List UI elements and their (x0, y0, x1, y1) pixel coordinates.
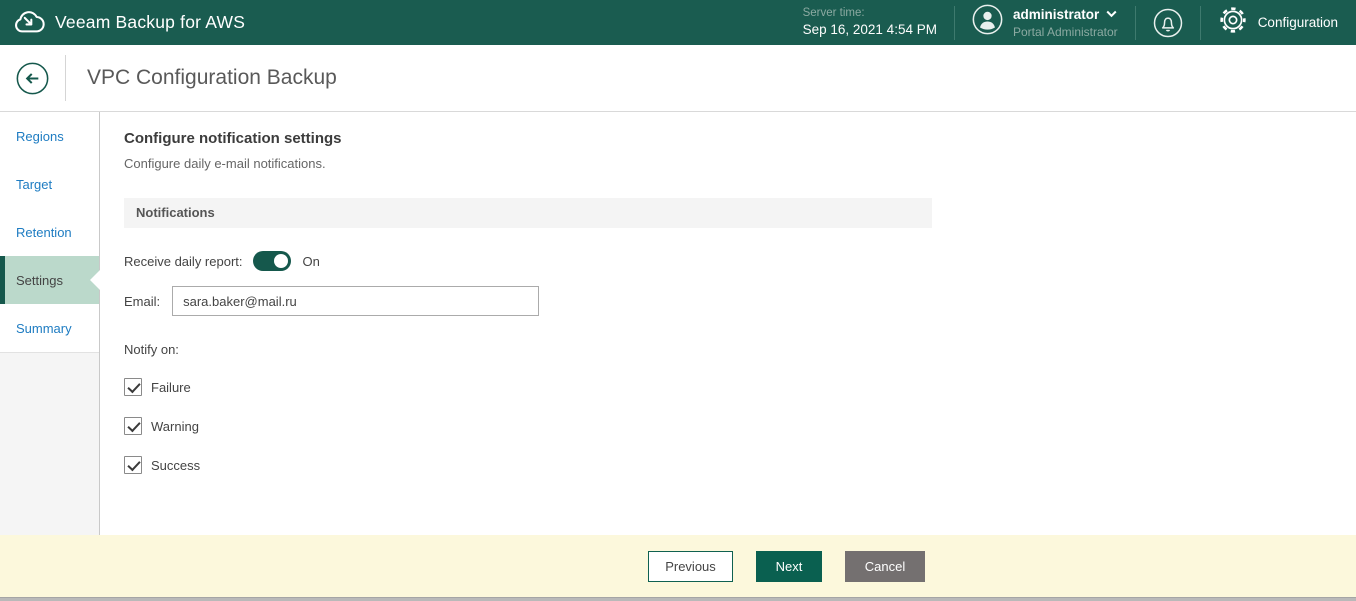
sidebar-filler (0, 352, 99, 535)
configuration-button[interactable]: Configuration (1218, 5, 1338, 40)
veeam-backup-aws-window: Veeam Backup for AWS Server time: Sep 16… (0, 0, 1356, 601)
user-name: administrator (1013, 6, 1099, 24)
sidebar-item-summary[interactable]: Summary (0, 304, 99, 352)
user-role: Portal Administrator (1013, 25, 1118, 41)
receive-daily-report-toggle[interactable] (253, 251, 291, 271)
settings-step-content: Configure notification settings Configur… (100, 112, 1356, 535)
page-title: VPC Configuration Backup (87, 66, 337, 90)
header-divider (954, 6, 955, 40)
toggle-state-label: On (303, 254, 320, 269)
email-row: Email: (124, 286, 1356, 316)
sidebar-item-regions[interactable]: Regions (0, 112, 99, 160)
server-time-label: Server time: (803, 6, 937, 22)
step-heading: Configure notification settings (124, 129, 1356, 149)
notify-failure-option[interactable]: Failure (124, 378, 1356, 396)
server-time-value: Sep 16, 2021 4:54 PM (803, 21, 937, 39)
notify-success-option[interactable]: Success (124, 456, 1356, 474)
warning-checkbox-label: Warning (151, 419, 199, 434)
email-label: Email: (124, 294, 160, 309)
previous-button[interactable]: Previous (648, 551, 733, 582)
success-checkbox-label: Success (151, 458, 200, 473)
wizard-footer: Previous Next Cancel (0, 535, 1356, 597)
bell-icon (1153, 8, 1183, 38)
configuration-label: Configuration (1258, 15, 1338, 30)
title-bar: VPC Configuration Backup (0, 45, 1356, 112)
back-button[interactable] (16, 62, 49, 95)
receive-daily-report-row: Receive daily report: On (124, 251, 1356, 271)
sidebar-item-retention[interactable]: Retention (0, 208, 99, 256)
server-time: Server time: Sep 16, 2021 4:54 PM (803, 6, 937, 40)
user-menu[interactable]: administrator Portal Administrator (972, 4, 1118, 40)
email-field[interactable] (172, 286, 539, 316)
veeam-cloud-arrow-icon (13, 8, 45, 37)
receive-daily-report-label: Receive daily report: (124, 254, 243, 269)
header-divider (1200, 6, 1201, 40)
next-button[interactable]: Next (756, 551, 822, 582)
title-divider (65, 55, 66, 101)
user-avatar-icon (972, 4, 1003, 40)
notify-warning-option[interactable]: Warning (124, 417, 1356, 435)
success-checkbox[interactable] (124, 456, 142, 474)
warning-checkbox[interactable] (124, 417, 142, 435)
sidebar-item-target[interactable]: Target (0, 160, 99, 208)
failure-checkbox[interactable] (124, 378, 142, 396)
wizard-steps-sidebar: Regions Target Retention Settings Summar… (0, 112, 100, 535)
step-subheading: Configure daily e-mail notifications. (124, 155, 1356, 173)
header-divider (1135, 6, 1136, 40)
notifications-section-header: Notifications (124, 198, 932, 228)
sidebar-item-settings[interactable]: Settings (0, 256, 99, 304)
notify-on-label: Notify on: (124, 342, 1356, 357)
app-title: Veeam Backup for AWS (55, 12, 245, 33)
gear-icon (1218, 5, 1248, 40)
notifications-bell-button[interactable] (1153, 8, 1183, 38)
window-bottom-edge (0, 597, 1356, 601)
cancel-button[interactable]: Cancel (845, 551, 925, 582)
failure-checkbox-label: Failure (151, 380, 191, 395)
chevron-down-icon (1106, 4, 1117, 25)
app-header: Veeam Backup for AWS Server time: Sep 16… (0, 0, 1356, 45)
back-arrow-icon (16, 62, 49, 95)
toggle-knob (274, 254, 288, 268)
